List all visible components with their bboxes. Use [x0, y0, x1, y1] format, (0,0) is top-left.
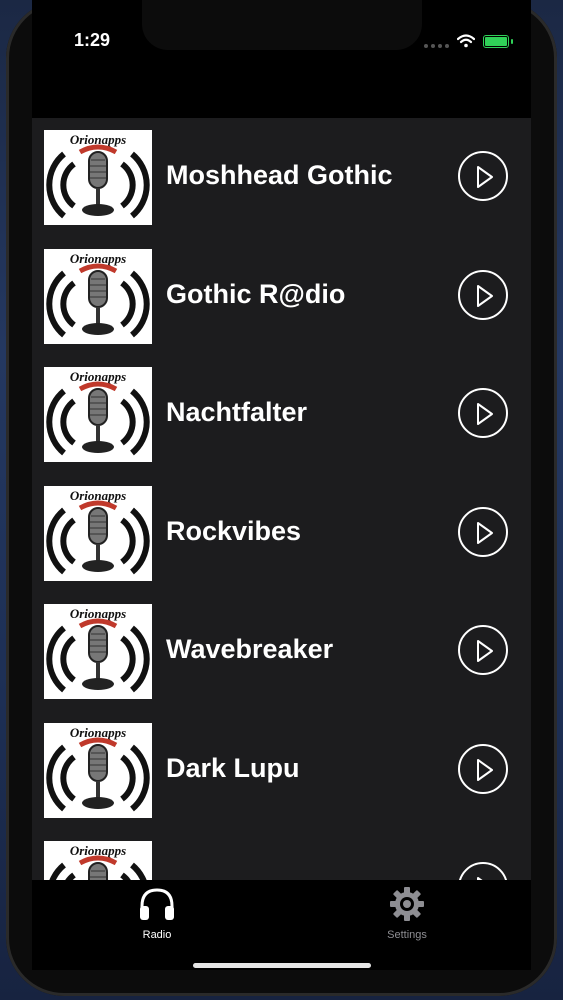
station-row[interactable]: Orionapps Nachtfalter: [32, 355, 531, 473]
station-name: Dark Lupu: [166, 752, 300, 783]
tab-bar: Radio Settings: [32, 880, 531, 970]
headphones-icon: [140, 888, 174, 920]
microphone-logo-icon: [46, 737, 150, 811]
station-name: Gothic R@dio: [166, 278, 346, 309]
station-logo: Orionapps: [44, 722, 152, 818]
station-logo: Orionapps: [44, 485, 152, 581]
station-row[interactable]: Orionapps Gothic R@dio: [32, 237, 531, 355]
battery-icon: [483, 34, 509, 48]
play-button[interactable]: [458, 269, 508, 320]
status-time: 1:29: [74, 30, 111, 50]
play-icon: [477, 640, 493, 662]
wifi-icon: [457, 34, 475, 48]
station-logo: Orionapps: [44, 367, 152, 462]
station-logo: Orionapps: [44, 841, 152, 880]
microphone-logo-icon: [46, 263, 150, 337]
play-icon: [477, 284, 493, 307]
station-logo: Orionapps: [44, 604, 152, 699]
play-button[interactable]: [458, 625, 508, 675]
station-name: Moshhead Gothic: [166, 160, 393, 190]
microphone-logo-icon: [46, 500, 150, 574]
station-row[interactable]: Orionapps Moshhead Gothic: [32, 118, 531, 236]
tab-radio-label: Radio: [142, 929, 172, 941]
station-name: Rockvibes: [166, 515, 302, 546]
station-row[interactable]: Orionapps Rockvibes: [32, 474, 531, 592]
tab-settings[interactable]: Settings: [362, 886, 452, 941]
play-button[interactable]: [458, 388, 508, 438]
play-icon: [477, 166, 493, 188]
station-row[interactable]: Orionapps Dark Lupu: [32, 711, 531, 829]
station-row[interactable]: Orionapps: [32, 829, 531, 880]
home-indicator[interactable]: [193, 963, 371, 968]
play-button[interactable]: [458, 151, 508, 201]
microphone-logo-icon: [49, 855, 147, 880]
play-button[interactable]: [458, 743, 508, 794]
station-name: Wavebreaker: [166, 634, 334, 664]
tab-settings-label: Settings: [387, 929, 427, 941]
microphone-logo-icon: [46, 381, 150, 456]
play-icon: [477, 403, 493, 425]
station-list[interactable]: Orionapps Moshhead Gothic Orionapps Gothi…: [32, 118, 531, 880]
play-button[interactable]: [458, 862, 508, 880]
play-icon: [477, 521, 493, 544]
station-logo: Orionapps: [44, 130, 152, 225]
cellular-signal-icon: [424, 34, 449, 48]
microphone-logo-icon: [46, 618, 150, 693]
station-row[interactable]: Orionapps Wavebreaker: [32, 592, 531, 710]
play-button[interactable]: [458, 506, 508, 557]
status-icons: [424, 33, 513, 49]
notch: [142, 0, 422, 50]
play-icon: [477, 758, 493, 781]
gear-icon: [390, 887, 424, 921]
tab-radio[interactable]: Radio: [112, 886, 202, 941]
station-logo: Orionapps: [44, 248, 152, 344]
microphone-logo-icon: [46, 144, 150, 219]
station-name: Nachtfalter: [166, 397, 308, 427]
